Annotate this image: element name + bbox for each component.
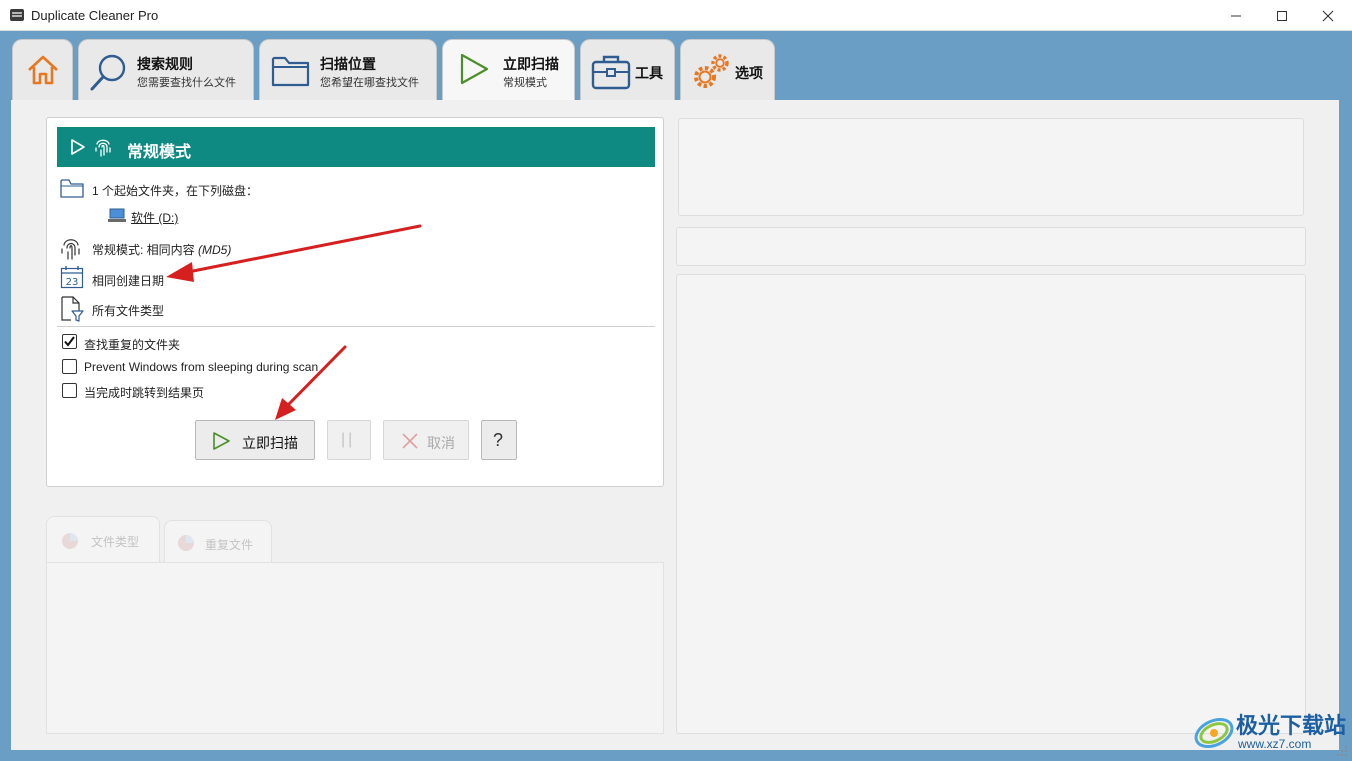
tab-scan-location[interactable]: 扫描位置 您希望在哪查找文件 (259, 39, 437, 100)
tab-file-types[interactable]: 文件类型 (46, 516, 160, 564)
cancel-button[interactable]: 取消 (383, 420, 469, 460)
drive-icon (108, 208, 126, 222)
tab-tools[interactable]: 工具 (580, 39, 675, 100)
tab-scan-now[interactable]: 立即扫描 常规模式 (442, 39, 575, 101)
svg-text:23: 23 (66, 277, 79, 288)
minimize-icon (1231, 15, 1241, 16)
scan-panel: 常规模式 1 个起始文件夹，在下列磁盘： 软件 (D:) 常规模式: 相同内容 … (46, 117, 664, 487)
mode-description: 常规模式: 相同内容 (MD5) (92, 241, 231, 258)
tab-duplicate-files[interactable]: 重复文件 (164, 520, 272, 564)
prevent-sleep-label: Prevent Windows from sleeping during sca… (84, 360, 319, 374)
gear-icon (694, 54, 729, 88)
jump-to-results-label: 当完成时跳转到结果页 (84, 386, 205, 400)
window-title: Duplicate Cleaner Pro (31, 8, 159, 23)
help-icon: ? (493, 430, 504, 450)
watermark-url: www.xz7.com (1238, 737, 1312, 751)
tab-search-rules-label: 搜索规则 (137, 56, 193, 72)
scan-now-button[interactable]: 立即扫描 (195, 420, 315, 460)
tab-options[interactable]: 选项 (680, 39, 775, 100)
tab-tools-label: 工具 (635, 65, 663, 81)
jump-to-results-checkbox[interactable] (62, 383, 77, 398)
pie-chart-icon (62, 533, 78, 549)
pause-button[interactable]: || (327, 420, 371, 460)
watermark-text: 极光下载站 (1236, 713, 1347, 738)
tab-search-rules[interactable]: 搜索规则 您需要查找什么文件 (78, 39, 254, 100)
search-icon (90, 54, 126, 91)
minimize-button[interactable] (1213, 0, 1259, 31)
folder-icon (271, 56, 310, 87)
maximize-button[interactable] (1259, 0, 1305, 31)
divider (57, 326, 655, 327)
tab-scan-location-label: 扫描位置 (320, 56, 376, 72)
home-icon (28, 55, 58, 85)
play-icon (71, 139, 85, 155)
right-top-panel (678, 118, 1304, 216)
close-icon (1322, 10, 1334, 21)
tab-scan-now-label: 立即扫描 (503, 56, 559, 72)
scan-now-button-label: 立即扫描 (242, 435, 298, 451)
tab-scan-location-sub: 您希望在哪查找文件 (320, 77, 419, 89)
tab-scan-now-sub: 常规模式 (503, 77, 547, 89)
tab-duplicate-files-label: 重复文件 (205, 538, 254, 552)
mode-description-text: 常规模式: 相同内容 (92, 243, 195, 257)
play-icon (460, 53, 489, 85)
pause-icon: || (341, 431, 356, 448)
right-results-panel (676, 274, 1306, 734)
tab-home[interactable] (12, 39, 73, 100)
checkmark-icon (64, 336, 75, 347)
chart-panel (46, 562, 664, 734)
tab-search-rules-sub: 您需要查找什么文件 (137, 77, 236, 89)
fingerprint-icon (61, 239, 80, 260)
file-types-text: 所有文件类型 (92, 304, 165, 318)
same-date-text: 相同创建日期 (92, 274, 165, 288)
watermark: 极光下载站 www.xz7.com (1192, 707, 1347, 755)
drive-link[interactable]: 软件 (D:) (131, 209, 178, 226)
maximize-icon (1277, 10, 1287, 21)
tab-file-types-label: 文件类型 (91, 535, 140, 549)
app-icon (10, 9, 24, 21)
play-icon (213, 432, 230, 450)
watermark-logo-icon (1194, 717, 1234, 749)
mode-title: 常规模式 (127, 144, 192, 161)
toolbox-icon (591, 55, 631, 90)
title-bar: Duplicate Cleaner Pro (0, 0, 1352, 31)
folder-icon (60, 179, 84, 198)
right-status-panel (676, 227, 1306, 266)
prevent-sleep-checkbox[interactable] (62, 359, 77, 374)
close-button[interactable] (1305, 0, 1351, 31)
find-duplicate-folders-label: 查找重复的文件夹 (84, 338, 181, 352)
start-folders-text: 1 个起始文件夹，在下列磁盘： (92, 184, 259, 198)
calendar-icon: 23 (60, 266, 84, 289)
pie-chart-icon (178, 535, 194, 551)
close-icon (402, 433, 418, 449)
find-duplicate-folders-checkbox[interactable] (62, 334, 77, 349)
fingerprint-icon (95, 139, 111, 157)
help-button[interactable]: ? (481, 420, 517, 460)
mode-header: 常规模式 (57, 127, 655, 167)
mode-hash: (MD5) (198, 243, 232, 257)
cancel-button-label: 取消 (427, 435, 455, 451)
file-filter-icon (61, 296, 84, 322)
tab-options-label: 选项 (735, 65, 763, 81)
